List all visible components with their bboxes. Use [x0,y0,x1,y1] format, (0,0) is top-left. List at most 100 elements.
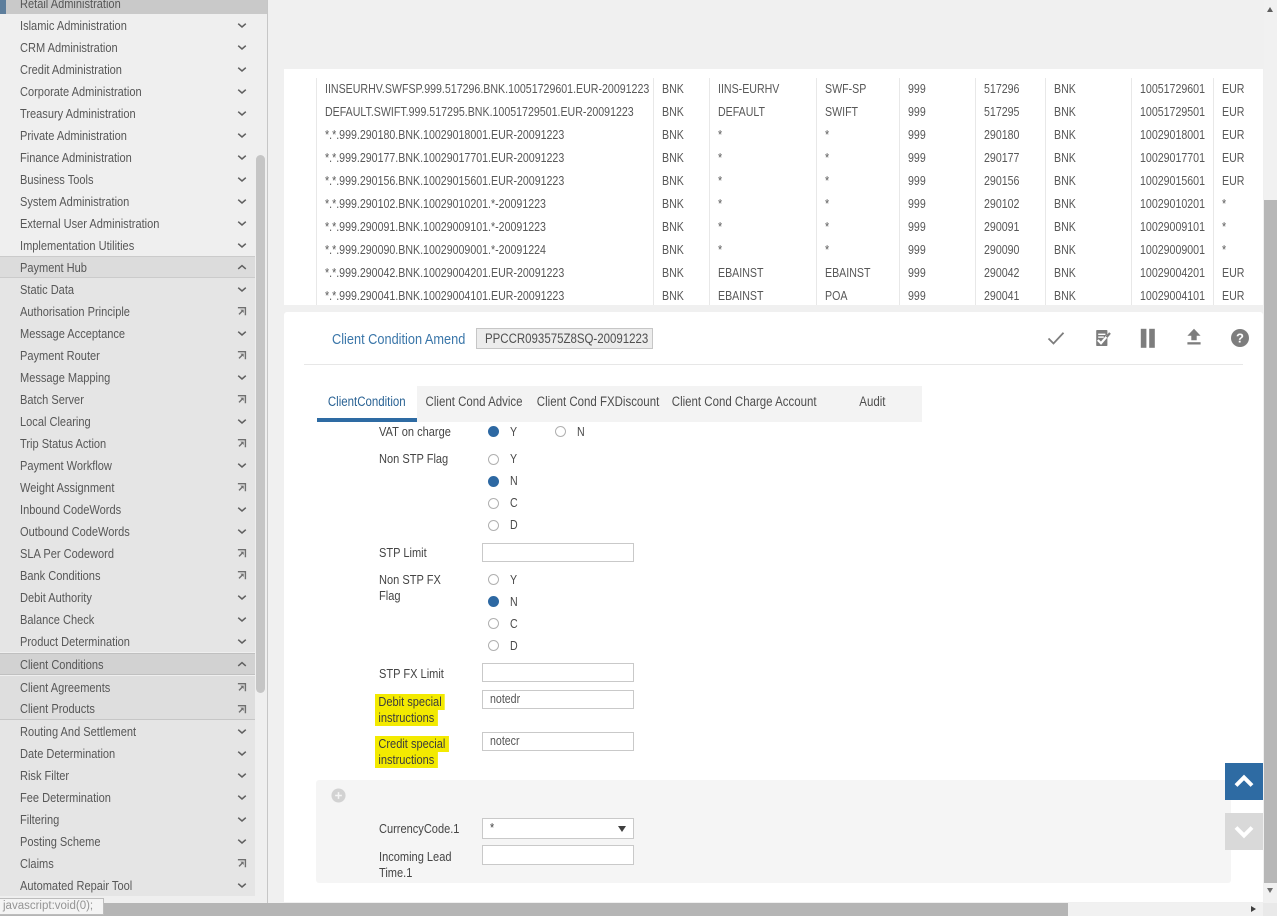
currency-code-select[interactable]: * [482,818,634,839]
radio-button[interactable] [488,426,499,437]
radio-option[interactable]: N [488,470,519,492]
radio-button[interactable] [488,574,499,585]
sidebar-item[interactable]: Fee Determination [0,786,255,808]
sidebar-item[interactable]: Client Products [0,698,255,720]
sidebar-item[interactable]: Weight Assignment [0,476,255,498]
radio-option[interactable]: D [488,514,519,536]
sidebar-item[interactable]: Claims [0,852,255,874]
vertical-scrollbar-thumb[interactable] [1264,200,1277,883]
upload-icon[interactable] [1184,328,1204,348]
radio-option[interactable]: D [488,635,519,657]
horizontal-scrollbar-thumb[interactable] [0,903,1068,916]
sidebar-item[interactable]: Product Determination [0,630,255,652]
approve-check-icon[interactable] [1046,328,1066,348]
sidebar-item[interactable]: Treasury Administration [0,102,255,124]
radio-option[interactable]: Y [488,569,519,591]
scroll-to-bottom-button[interactable] [1225,813,1263,850]
page-vertical-scrollbar[interactable] [1264,0,1277,916]
radio-option[interactable]: N [555,421,622,443]
sidebar-item[interactable]: Authorisation Principle [0,300,255,322]
incoming-lead-time-input[interactable] [482,845,634,865]
sidebar-item[interactable]: Islamic Administration [0,14,255,36]
scrollbar-down-arrow-icon[interactable] [1267,888,1273,893]
stp-limit-input[interactable] [482,543,634,562]
radio-option[interactable]: Y [488,448,519,470]
sidebar-item[interactable]: Automated Repair Tool [0,874,255,896]
validate-document-icon[interactable] [1092,328,1112,348]
tab[interactable]: Audit [822,386,922,422]
debit-special-instructions-input[interactable]: notedr [482,690,634,709]
scroll-to-top-button[interactable] [1225,763,1263,800]
tab[interactable]: Client Cond FXDiscount [531,386,666,422]
help-icon[interactable] [1230,328,1250,348]
tab[interactable]: Client Cond Advice [417,386,531,422]
sidebar-item[interactable]: SLA Per Codeword [0,542,255,564]
sidebar-item[interactable]: Payment Router [0,344,255,366]
sidebar-item[interactable]: Client Agreements [0,676,255,698]
sidebar-item[interactable]: Local Clearing [0,410,255,432]
sidebar-item[interactable]: Finance Administration [0,146,255,168]
credit-special-instructions-input[interactable]: notecr [482,732,634,751]
sidebar-item[interactable]: System Administration [0,190,255,212]
radio-button[interactable] [488,640,499,651]
sidebar-item[interactable]: Risk Filter [0,764,255,786]
sidebar-item[interactable]: Batch Server [0,388,255,410]
table-row[interactable]: *.*.999.290042.BNK.10029004201.EUR-20091… [284,262,1263,285]
table-row[interactable]: *.*.999.290177.BNK.10029017701.EUR-20091… [284,147,1263,170]
stp-fx-limit-input[interactable] [482,663,634,682]
table-row[interactable]: *.*.999.290041.BNK.10029004101.EUR-20091… [284,285,1263,306]
table-row[interactable]: *.*.999.290156.BNK.10029015601.EUR-20091… [284,170,1263,193]
table-row[interactable]: *.*.999.290102.BNK.10029010201.*-2009122… [284,193,1263,216]
radio-button[interactable] [488,520,499,531]
radio-option[interactable]: N [488,591,519,613]
radio-option[interactable]: Y [488,421,555,443]
sidebar-item[interactable]: External User Administration [0,212,255,234]
sidebar-item[interactable]: Retail Administration [0,0,268,14]
sidebar-item[interactable]: Routing And Settlement [0,720,255,742]
scrollbar-up-arrow-icon[interactable] [1267,7,1273,12]
sidebar-item[interactable]: Implementation Utilities [0,234,255,256]
hold-pause-icon[interactable] [1138,328,1158,348]
table-row[interactable]: *.*.999.290180.BNK.10029018001.EUR-20091… [284,124,1263,147]
sidebar-item[interactable]: Payment Hub [0,256,255,278]
sidebar-item[interactable]: Trip Status Action [0,432,255,454]
table-row[interactable]: DEFAULT.SWIFT.999.517295.BNK.10051729501… [284,101,1263,124]
sidebar-item[interactable]: Business Tools [0,168,255,190]
sidebar-item[interactable]: Posting Scheme [0,830,255,852]
sidebar-item-label: Local Clearing [20,414,91,429]
radio-option[interactable]: C [488,492,519,514]
add-row-icon[interactable] [331,788,346,803]
sidebar-item[interactable]: Outbound CodeWords [0,520,255,542]
selection-accent-bar [0,0,6,14]
sidebar-item[interactable]: Date Determination [0,742,255,764]
sidebar-item[interactable]: Credit Administration [0,58,255,80]
radio-button[interactable] [488,498,499,509]
radio-button[interactable] [555,426,566,437]
sidebar-item[interactable]: Bank Conditions [0,564,255,586]
sidebar-item[interactable]: Payment Workflow [0,454,255,476]
sidebar-item[interactable]: Static Data [0,278,255,300]
radio-button[interactable] [488,596,499,607]
radio-button[interactable] [488,454,499,465]
radio-button[interactable] [488,618,499,629]
sidebar-item[interactable]: CRM Administration [0,36,255,58]
sidebar-item[interactable]: Message Acceptance [0,322,255,344]
radio-button[interactable] [488,476,499,487]
sidebar-item[interactable]: Corporate Administration [0,80,255,102]
table-row[interactable]: IINSEURHV.SWFSP.999.517296.BNK.100517296… [284,78,1263,101]
sidebar-item[interactable]: Debit Authority [0,586,255,608]
sidebar-item[interactable]: Inbound CodeWords [0,498,255,520]
tab[interactable]: Client Cond Charge Account [666,386,822,422]
sidebar-item[interactable]: Private Administration [0,124,255,146]
sidebar-item[interactable]: Client Conditions [0,653,255,675]
sidebar-scrollbar-thumb[interactable] [256,155,265,693]
table-row[interactable]: *.*.999.290090.BNK.10029009001.*-2009122… [284,239,1263,262]
table-row[interactable]: *.*.999.290091.BNK.10029009101.*-2009122… [284,216,1263,239]
sidebar-item[interactable]: Balance Check [0,608,255,630]
radio-option[interactable]: C [488,613,519,635]
scrollbar-right-arrow-icon[interactable] [1251,906,1256,912]
sidebar-item[interactable]: Message Mapping [0,366,255,388]
page-horizontal-scrollbar[interactable] [0,903,1263,916]
sidebar-item[interactable]: Filtering [0,808,255,830]
tab[interactable]: ClientCondition [317,386,417,422]
